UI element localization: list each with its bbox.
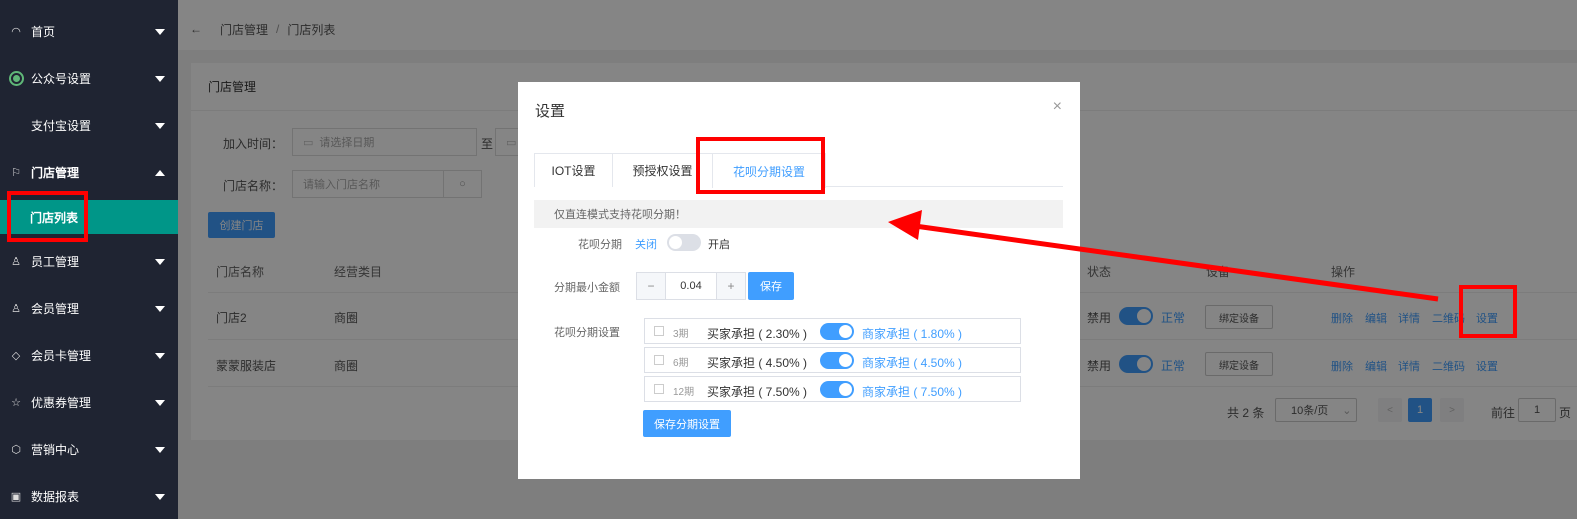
arrow-line xyxy=(914,223,1439,302)
arrow-head xyxy=(888,210,922,240)
annotation-arrow xyxy=(888,210,1439,302)
